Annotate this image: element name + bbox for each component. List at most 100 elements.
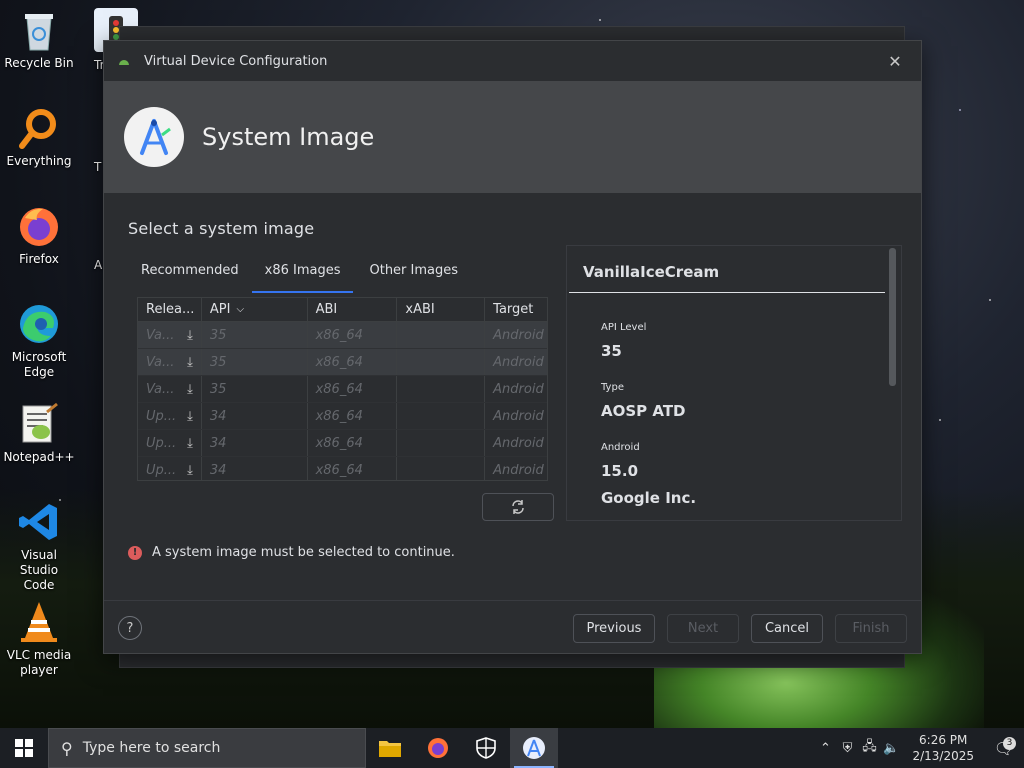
refresh-button[interactable] <box>482 493 554 521</box>
tab-other-images[interactable]: Other Images <box>356 253 468 293</box>
api-level-value: 35 <box>601 342 622 360</box>
dialog-title: Virtual Device Configuration <box>144 53 328 69</box>
vendor-value: Google Inc. <box>601 489 697 507</box>
details-scrollbar[interactable] <box>889 248 896 386</box>
details-divider <box>569 292 885 293</box>
desktop-icon-edge[interactable]: Microsoft Edge <box>4 302 74 380</box>
column-header-abi[interactable]: ABI <box>308 298 398 321</box>
clock[interactable]: 6:26 PM 2/13/2025 <box>902 732 984 764</box>
chevron-up-icon[interactable]: ⌃ <box>814 741 836 756</box>
page-title: System Image <box>202 123 375 151</box>
clock-time: 6:26 PM <box>919 733 968 747</box>
column-header-xabi[interactable]: xABI <box>397 298 486 321</box>
security-alert-icon[interactable]: ⛨ <box>836 741 858 756</box>
download-icon[interactable]: ⤓ <box>187 463 193 478</box>
close-icon[interactable]: ✕ <box>883 49 907 73</box>
cell-release: Va... ⤓ <box>138 349 202 375</box>
table-row[interactable]: Va... ⤓ 35 x86_64 Android 1 <box>138 376 547 403</box>
column-header-label: API <box>209 302 231 317</box>
download-icon[interactable]: ⤓ <box>187 328 193 343</box>
cell-abi: x86_64 <box>308 403 398 429</box>
section-title: Select a system image <box>128 219 315 238</box>
type-label: Type <box>601 382 624 393</box>
dialog-titlebar[interactable]: Virtual Device Configuration ✕ <box>104 41 921 81</box>
taskbar-android-studio[interactable] <box>510 728 558 768</box>
cell-text: Va... <box>146 381 175 397</box>
notifications-button[interactable]: 🗨 3 <box>984 736 1024 758</box>
network-icon[interactable]: 🖧 <box>858 737 880 759</box>
cell-release: Up... ⤓ <box>138 430 202 456</box>
cell-xabi <box>397 322 486 348</box>
desktop-icon-vscode[interactable]: Visual Studio Code <box>4 500 74 593</box>
taskbar-search-box[interactable]: ⚲ Type here to search <box>48 728 366 768</box>
firefox-icon <box>428 738 448 758</box>
cell-api: 35 <box>202 322 308 348</box>
android-studio-small-icon <box>118 55 130 67</box>
download-icon[interactable]: ⤓ <box>187 382 193 397</box>
volume-muted-icon[interactable]: 🔈 <box>880 741 902 756</box>
vscode-icon <box>17 500 61 544</box>
cell-xabi <box>397 403 486 429</box>
cell-xabi <box>397 457 486 480</box>
column-header-target[interactable]: Target <box>485 298 547 321</box>
tab-recommended[interactable]: Recommended <box>131 253 249 293</box>
table-row[interactable]: Va... ⤓ 35 x86_64 Android 1 <box>138 349 547 376</box>
desktop-icon-vlc[interactable]: VLC media player <box>4 600 74 678</box>
cell-target: Android <box>493 327 544 343</box>
desktop-icon-label: Everything <box>6 154 72 168</box>
cell-api: 35 <box>202 376 308 402</box>
previous-button[interactable]: Previous <box>573 614 655 643</box>
finish-button[interactable]: Finish <box>835 614 907 643</box>
table-row[interactable]: Va... ⤓ 35 x86_64 Android <box>138 322 547 349</box>
cell-api: 34 <box>202 457 308 480</box>
table-header: Relea... API ⌵ ABI xABI Target <box>138 298 547 322</box>
tab-x86-images[interactable]: x86 Images <box>251 253 354 293</box>
desktop-icon-recycle-bin[interactable]: Recycle Bin <box>4 8 74 71</box>
desktop-icon-label: Notepad++ <box>3 450 75 464</box>
notepadpp-icon <box>17 402 61 446</box>
taskbar-file-explorer[interactable] <box>366 728 414 768</box>
table-row[interactable]: Up... ⤓ 34 x86_64 Android 1 <box>138 457 547 480</box>
dialog-header: System Image <box>104 81 921 193</box>
cell-text: Up... <box>146 462 177 478</box>
api-level-label: API Level <box>601 322 647 333</box>
virtual-device-configuration-dialog: Virtual Device Configuration ✕ System Im… <box>103 40 922 654</box>
download-icon[interactable]: ⤓ <box>187 355 193 370</box>
start-button[interactable] <box>0 728 48 768</box>
download-icon[interactable]: ⤓ <box>187 409 193 424</box>
desktop-icon-everything[interactable]: Everything <box>4 106 74 169</box>
shield-icon <box>476 737 496 759</box>
recycle-bin-icon <box>17 8 61 52</box>
cell-api: 34 <box>202 430 308 456</box>
firefox-icon <box>17 204 61 248</box>
next-button[interactable]: Next <box>667 614 739 643</box>
download-icon[interactable]: ⤓ <box>187 436 193 451</box>
cell-text: Up... <box>146 408 177 424</box>
table-row[interactable]: Up... ⤓ 34 x86_64 Android 1 <box>138 430 547 457</box>
folder-icon <box>379 741 401 757</box>
cell-api: 34 <box>202 403 308 429</box>
search-placeholder: Type here to search <box>82 740 221 756</box>
search-icon: ⚲ <box>61 738 73 758</box>
help-button[interactable]: ? <box>118 616 142 640</box>
cell-target: Android 1 <box>493 408 547 424</box>
taskbar-security[interactable] <box>462 728 510 768</box>
desktop-icon-firefox[interactable]: Firefox <box>4 204 74 267</box>
cell-release: Va... ⤓ <box>138 322 202 348</box>
cell-abi: x86_64 <box>308 430 398 456</box>
android-studio-icon <box>523 737 545 759</box>
cell-target: Android 1 <box>493 354 547 370</box>
system-image-table: Relea... API ⌵ ABI xABI Target Va... ⤓ 35… <box>137 297 548 481</box>
clock-date: 2/13/2025 <box>912 749 974 763</box>
cancel-button[interactable]: Cancel <box>751 614 823 643</box>
table-row[interactable]: Up... ⤓ 34 x86_64 Android 1 <box>138 403 547 430</box>
column-header-release[interactable]: Relea... <box>138 298 202 321</box>
desktop-icon-label: Visual Studio Code <box>19 548 59 592</box>
taskbar-firefox[interactable] <box>414 728 462 768</box>
cell-xabi <box>397 376 486 402</box>
desktop-icon-notepadpp[interactable]: Notepad++ <box>3 402 75 465</box>
column-header-api[interactable]: API ⌵ <box>202 298 308 321</box>
system-tray: ⌃ ⛨ 🖧 🔈 6:26 PM 2/13/2025 🗨 3 <box>814 728 1024 768</box>
cell-text: Va... <box>146 327 175 343</box>
cell-text: Up... <box>146 435 177 451</box>
